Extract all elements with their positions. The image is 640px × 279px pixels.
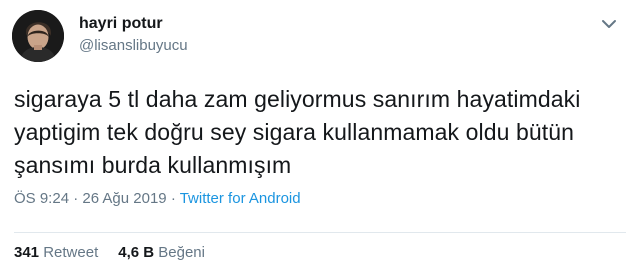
retweet-count: 341 xyxy=(14,244,40,261)
divider xyxy=(14,232,626,233)
avatar-image xyxy=(12,10,64,62)
chevron-down-icon[interactable] xyxy=(600,17,618,31)
like-count: 4,6 B xyxy=(118,244,155,261)
author-block: hayri potur @lisanslibuyucu xyxy=(79,15,188,55)
tweet-text-line: yaptigim tek doğru sey sigara kullanmama… xyxy=(14,119,575,145)
retweet-count-link[interactable]: 341 Retweet xyxy=(14,244,98,261)
tweet-text-line: sigaraya 5 tl daha zam geliyormus sanırı… xyxy=(14,86,581,112)
author-handle[interactable]: @lisanslibuyucu xyxy=(79,37,188,54)
tweet-text-line: şansımı burda kullanmışım xyxy=(14,152,292,178)
meta-separator: · xyxy=(166,190,180,207)
like-label: Beğeni xyxy=(158,244,205,261)
tweet-source-link[interactable]: Twitter for Android xyxy=(180,190,301,207)
retweet-label: Retweet xyxy=(43,244,99,261)
like-count-link[interactable]: 4,6 B Beğeni xyxy=(118,244,205,261)
avatar[interactable] xyxy=(12,10,64,62)
author-name[interactable]: hayri potur xyxy=(79,15,188,33)
meta-separator: · xyxy=(69,190,83,207)
tweet-stats: 341 Retweet 4,6 B Beğeni xyxy=(14,244,205,261)
tweet-date[interactable]: 26 Ağu 2019 xyxy=(82,190,166,207)
tweet-text: sigaraya 5 tl daha zam geliyormus sanırı… xyxy=(14,83,634,182)
tweet-meta: ÖS 9:24 · 26 Ağu 2019 · Twitter for Andr… xyxy=(14,190,301,207)
tweet-time[interactable]: ÖS 9:24 xyxy=(14,190,69,207)
tweet: hayri potur @lisanslibuyucu sigaraya 5 t… xyxy=(0,0,640,279)
